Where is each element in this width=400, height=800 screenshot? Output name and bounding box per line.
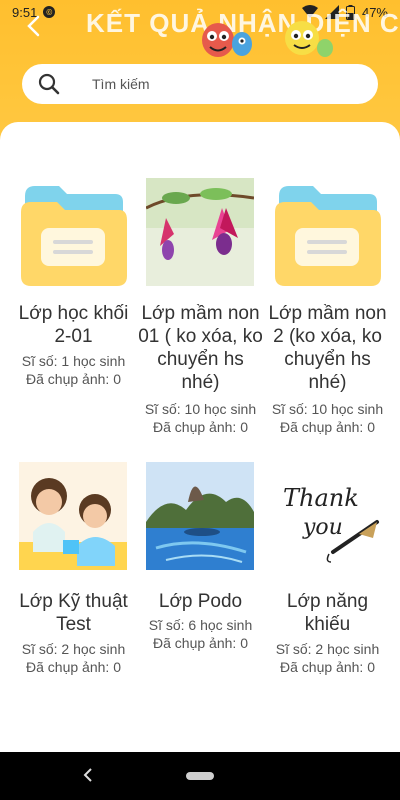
- search-bar[interactable]: Tìm kiếm: [22, 64, 378, 104]
- class-title: Lớp mầm non 2 (ko xóa, ko chuyển hs nhé): [268, 303, 387, 393]
- landscape-photo-thumbnail: [146, 462, 254, 570]
- class-photos: Đã chụp ảnh: 0: [153, 419, 248, 435]
- class-students: Sĩ số: 2 học sinh: [21, 641, 126, 657]
- class-photos: Đã chụp ảnh: 0: [280, 419, 375, 435]
- system-nav-bar: [0, 752, 400, 800]
- class-students: Sĩ số: 10 học sinh: [144, 401, 257, 417]
- class-photos: Đã chụp ảnh: 0: [153, 635, 248, 651]
- back-arrow-icon: [27, 15, 40, 37]
- class-photos: Đã chụp ảnh: 0: [26, 371, 121, 387]
- class-title: Lớp Kỹ thuật Test: [19, 591, 128, 635]
- thank-text: Thank: [283, 484, 359, 512]
- thank-you-photo-thumbnail: Thank you: [273, 462, 381, 570]
- you-text: you: [302, 515, 343, 540]
- search-input[interactable]: Tìm kiếm: [92, 76, 150, 92]
- class-list-panel: Lớp học khối 2-01 Sĩ số: 1 học sinh Đã c…: [0, 122, 400, 752]
- class-title: Lớp Podo: [158, 591, 243, 612]
- search-icon: [38, 73, 60, 95]
- kids-photo-thumbnail: [19, 462, 127, 570]
- class-students: Sĩ số: 10 học sinh: [271, 401, 384, 417]
- back-button[interactable]: [22, 14, 46, 38]
- nav-home-button[interactable]: [186, 772, 214, 780]
- nav-back-button[interactable]: [82, 766, 94, 789]
- class-students: Sĩ số: 2 học sinh: [275, 641, 380, 657]
- class-students: Sĩ số: 6 học sinh: [148, 617, 253, 633]
- mascot-illustration: [202, 21, 333, 57]
- folder-icon: [21, 186, 127, 286]
- flower-photo-thumbnail: [146, 178, 254, 286]
- class-photos: Đã chụp ảnh: 0: [26, 659, 121, 675]
- class-title: Lớp mầm non 01 ( ko xóa, ko chuyển hs nh…: [138, 303, 263, 393]
- class-photos: Đã chụp ảnh: 0: [280, 659, 375, 675]
- chevron-left-icon: [83, 768, 92, 782]
- class-title: Lớp học khối 2-01: [18, 303, 129, 347]
- class-title: Lớp năng khiếu: [286, 591, 369, 635]
- folder-icon: [275, 186, 381, 286]
- class-students: Sĩ số: 1 học sinh: [21, 353, 126, 369]
